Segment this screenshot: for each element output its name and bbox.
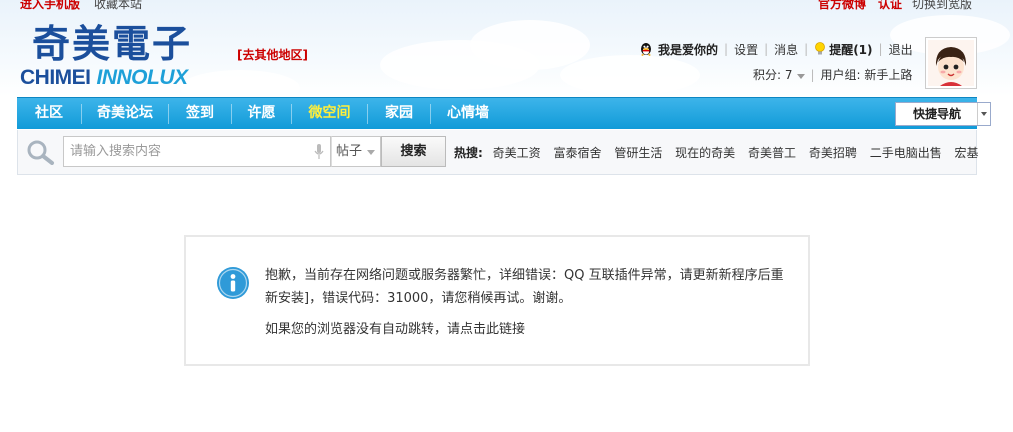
points-dropdown[interactable]: 积分: 7	[753, 66, 805, 83]
nav-item-mood-wall[interactable]: 心情墙	[431, 98, 505, 129]
messages-link[interactable]: 消息	[774, 41, 798, 58]
chevron-down-icon[interactable]	[977, 103, 990, 125]
separator: |	[878, 42, 883, 56]
search-type-select[interactable]: 帖子	[331, 136, 381, 167]
main-nav: 社区 奇美论坛 签到 许愿 微空间 家园 心情墙 快捷导航	[17, 97, 991, 129]
error-message-box: 抱歉，当前存在网络问题或服务器繁忙，详细错误：QQ 互联插件异常，请更新新程序后…	[184, 235, 810, 366]
microphone-icon[interactable]	[314, 144, 324, 160]
username-link[interactable]: 我是爱你的	[658, 41, 718, 58]
quick-nav-button[interactable]: 快捷导航	[895, 102, 991, 126]
search-bar: 帖子 搜索 热搜: 奇美工资 富泰宿舍 管研生活 现在的奇美 奇美普工 奇美招聘…	[17, 130, 979, 175]
user-group-link[interactable]: 用户组: 新手上路	[821, 66, 913, 83]
reminders-link[interactable]: 提醒(1)	[829, 41, 872, 58]
search-input[interactable]	[64, 137, 304, 166]
mobile-version-link[interactable]: 进入手机版	[20, 0, 80, 12]
redirect-link[interactable]: 如果您的浏览器没有自动跳转，请点击此链接	[265, 318, 525, 337]
avatar[interactable]	[925, 37, 977, 89]
nav-item-wish[interactable]: 许愿	[232, 98, 291, 129]
hot-search-term[interactable]: 二手电脑出售	[870, 146, 942, 160]
hot-search-term[interactable]: 奇美普工	[748, 146, 796, 160]
settings-link[interactable]: 设置	[734, 41, 758, 58]
nav-item-forum[interactable]: 奇美论坛	[82, 98, 168, 129]
search-icon	[27, 140, 54, 165]
cloud-decoration	[180, 70, 300, 96]
points-label: 积分: 7	[753, 68, 793, 82]
separator: |	[810, 67, 815, 82]
cloud-decoration	[560, 55, 700, 95]
bookmark-link[interactable]: 收藏本站	[94, 0, 142, 12]
logout-link[interactable]: 退出	[889, 41, 913, 58]
chevron-down-icon	[367, 150, 375, 155]
nav-item-microspace[interactable]: 微空间	[292, 98, 367, 129]
hot-search-term[interactable]: 富泰宿舍	[553, 146, 601, 160]
qq-penguin-icon	[641, 43, 651, 56]
hot-search-list: 热搜: 奇美工资 富泰宿舍 管研生活 现在的奇美 奇美普工 奇美招聘 二手电脑出…	[454, 144, 988, 161]
switch-wide-link[interactable]: 切换到宽版	[912, 0, 972, 12]
hot-search-term[interactable]: 奇美工资	[493, 146, 541, 160]
avatar-girl-icon	[928, 40, 974, 86]
user-stats: 积分: 7 | 用户组: 新手上路	[753, 66, 912, 83]
hot-search-label: 热搜:	[454, 146, 483, 160]
error-message-text: 抱歉，当前存在网络问题或服务器繁忙，详细错误：QQ 互联插件异常，请更新新程序后…	[265, 268, 784, 306]
hot-search-term[interactable]: 宏基	[955, 146, 979, 160]
nav-item-checkin[interactable]: 签到	[169, 98, 231, 129]
official-weibo-link[interactable]: 官方微博	[818, 0, 866, 12]
logo-english[interactable]: CHIMEI INNOLUX	[20, 66, 188, 90]
search-type-value: 帖子	[336, 144, 363, 159]
top-bar: 进入手机版 收藏本站 官方微博 认证 切换到宽版	[0, 0, 1013, 11]
separator: |	[804, 42, 809, 56]
hot-search-term[interactable]: 现在的奇美	[675, 146, 735, 160]
quick-nav-label: 快捷导航	[912, 107, 961, 121]
info-icon	[217, 267, 249, 299]
logo-chinese[interactable]: 奇美電子	[32, 22, 192, 66]
nav-item-community[interactable]: 社区	[17, 98, 81, 129]
search-button[interactable]: 搜索	[381, 136, 446, 167]
separator: |	[724, 42, 729, 56]
logo-chimei: CHIMEI	[20, 66, 91, 89]
user-menu: 我是爱你的 | 设置 | 消息 | 提醒(1) | 退出	[638, 40, 913, 58]
lightbulb-icon	[815, 42, 826, 55]
hot-search-term[interactable]: 奇美招聘	[809, 146, 857, 160]
other-region-link[interactable]: [去其他地区]	[237, 46, 308, 63]
hot-search-term[interactable]: 管研生活	[614, 146, 662, 160]
verify-link[interactable]: 认证	[878, 0, 902, 12]
nav-item-home[interactable]: 家园	[368, 98, 430, 129]
chevron-down-icon	[796, 74, 805, 79]
logo-innolux: INNOLUX	[96, 66, 189, 89]
search-field	[63, 136, 331, 167]
separator: |	[764, 42, 769, 56]
